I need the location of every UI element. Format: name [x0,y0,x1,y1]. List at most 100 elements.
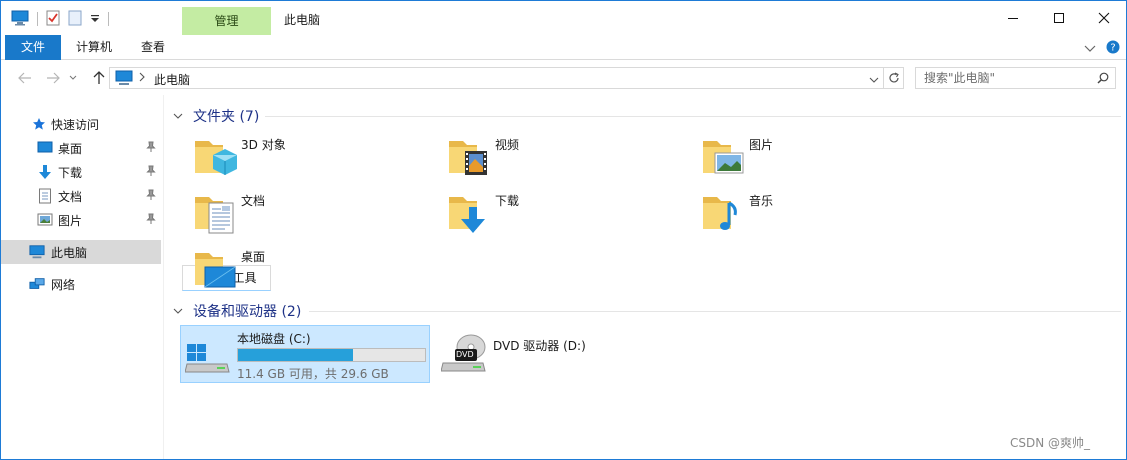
document-icon [37,188,53,204]
breadcrumb-this-pc[interactable]: 此电脑 [154,71,190,88]
back-button[interactable] [17,70,33,86]
explorer-window: 管理 此电脑 文件 计算机 查看 驱动器工具 ? [0,0,1127,460]
close-button[interactable] [1081,1,1126,35]
pin-icon[interactable] [146,141,156,156]
pin-icon[interactable] [146,213,156,228]
recent-locations-button[interactable] [67,70,79,86]
refresh-icon [888,72,899,83]
tab-view[interactable]: 查看 [127,35,179,60]
this-pc-icon [29,244,45,260]
folder-music-icon [703,197,737,230]
collapse-chevron-icon [173,303,185,319]
folder-name: 文档 [241,194,266,208]
folder-name: 音乐 [749,194,774,208]
minimize-button[interactable] [990,1,1036,35]
maximize-icon [1054,13,1064,23]
chevron-down-icon [69,75,77,80]
folder-pictures-icon [703,141,744,174]
star-icon [31,116,47,132]
nav-label: 文档 [58,189,83,204]
drive-name: DVD 驱动器 (D:) [493,339,586,353]
nav-label: 网络 [51,277,76,292]
folder-3d-objects[interactable]: 3D 对象 [183,131,433,181]
close-icon [1098,12,1110,24]
nav-label: 快速访问 [51,117,100,132]
qat-separator [37,12,38,26]
up-arrow-icon [93,71,105,84]
folder-name: 3D 对象 [241,138,286,152]
search-icon[interactable] [1097,72,1109,87]
forward-button[interactable] [45,70,61,86]
folder-documents[interactable]: 文档 [183,187,433,237]
title-bar: 管理 此电脑 [1,1,1126,35]
help-icon[interactable]: ? [1106,40,1120,57]
minimize-icon [1008,18,1018,19]
nav-label: 下载 [58,165,83,180]
refresh-button[interactable] [884,67,904,89]
picture-icon [37,212,53,228]
drive-usage-text: 11.4 GB 可用，共 29.6 GB [237,367,389,381]
tab-file[interactable]: 文件 [5,35,61,60]
nav-item-network[interactable]: 网络 [1,272,161,296]
qat-separator [108,12,109,26]
ribbon-tabs: 文件 计算机 查看 驱动器工具 ? [1,35,1126,291]
drive-name: 本地磁盘 (C:) [237,332,311,346]
folder-name: 视频 [495,138,520,152]
group-divider [309,311,1121,312]
pin-icon[interactable] [146,189,156,204]
drive-usage-bar [237,348,426,362]
network-icon [29,276,45,292]
pin-icon[interactable] [146,165,156,180]
this-pc-icon [115,70,133,89]
window-title: 此电脑 [284,13,321,27]
group-divider [265,116,1121,117]
nav-item-documents[interactable]: 文档 [1,184,161,208]
folder-videos-icon [449,141,487,175]
nav-item-downloads[interactable]: 下载 [1,160,161,184]
breadcrumb-chevron-icon[interactable] [138,71,146,86]
folder-name: 桌面 [241,250,266,264]
qat-dropdown-icon[interactable] [90,12,100,26]
maximize-button[interactable] [1036,1,1082,35]
nav-label: 桌面 [58,141,83,156]
nav-item-this-pc[interactable]: 此电脑 [1,240,161,264]
dvd-badge: DVD [456,350,474,359]
search-box[interactable] [915,67,1116,89]
group-title: 文件夹 (7) [193,109,260,125]
context-tab-manage[interactable]: 管理 [182,7,271,35]
group-header-folders[interactable]: 文件夹 (7) [173,106,259,126]
properties-icon[interactable] [46,10,60,29]
folder-documents-icon [195,197,234,234]
ribbon-right-controls: ? [1084,40,1120,57]
navigation-pane: 快速访问 桌面 下载 文档 图片 此电脑 网络 [1,95,164,459]
group-header-devices[interactable]: 设备和驱动器 (2) [173,301,301,321]
up-button[interactable] [91,70,107,86]
nav-item-pictures[interactable]: 图片 [1,208,161,232]
nav-item-desktop[interactable]: 桌面 [1,136,161,160]
folder-name: 图片 [749,138,774,152]
nav-item-quick-access[interactable]: 快速访问 [1,112,161,136]
drive-c[interactable]: 本地磁盘 (C:) 11.4 GB 可用，共 29.6 GB [180,325,430,383]
address-dropdown-icon[interactable] [869,73,879,87]
folder-music[interactable]: 音乐 [691,187,941,237]
folder-desktop[interactable]: 桌面 [183,243,433,293]
folder-pictures[interactable]: 图片 [691,131,941,181]
tab-computer[interactable]: 计算机 [65,35,123,60]
desktop-icon [37,140,53,156]
back-arrow-icon [18,72,31,84]
group-title: 设备和驱动器 (2) [193,304,302,320]
download-icon [37,164,53,180]
search-input[interactable] [924,70,1094,86]
computer-icon[interactable] [11,10,29,29]
quick-access-toolbar [11,9,109,29]
watermark-text: CSDN @爽帅_ [1009,436,1090,450]
expand-ribbon-icon[interactable] [1084,42,1096,56]
folder-name: 下载 [495,194,520,208]
address-bar[interactable]: 此电脑 [109,67,884,89]
svg-text:?: ? [1110,43,1115,54]
drive-d[interactable]: DVD DVD 驱动器 (D:) [437,325,687,383]
new-folder-icon[interactable] [68,10,82,29]
folder-videos[interactable]: 视频 [437,131,687,181]
folder-downloads[interactable]: 下载 [437,187,687,237]
folder-downloads-icon [449,197,485,233]
